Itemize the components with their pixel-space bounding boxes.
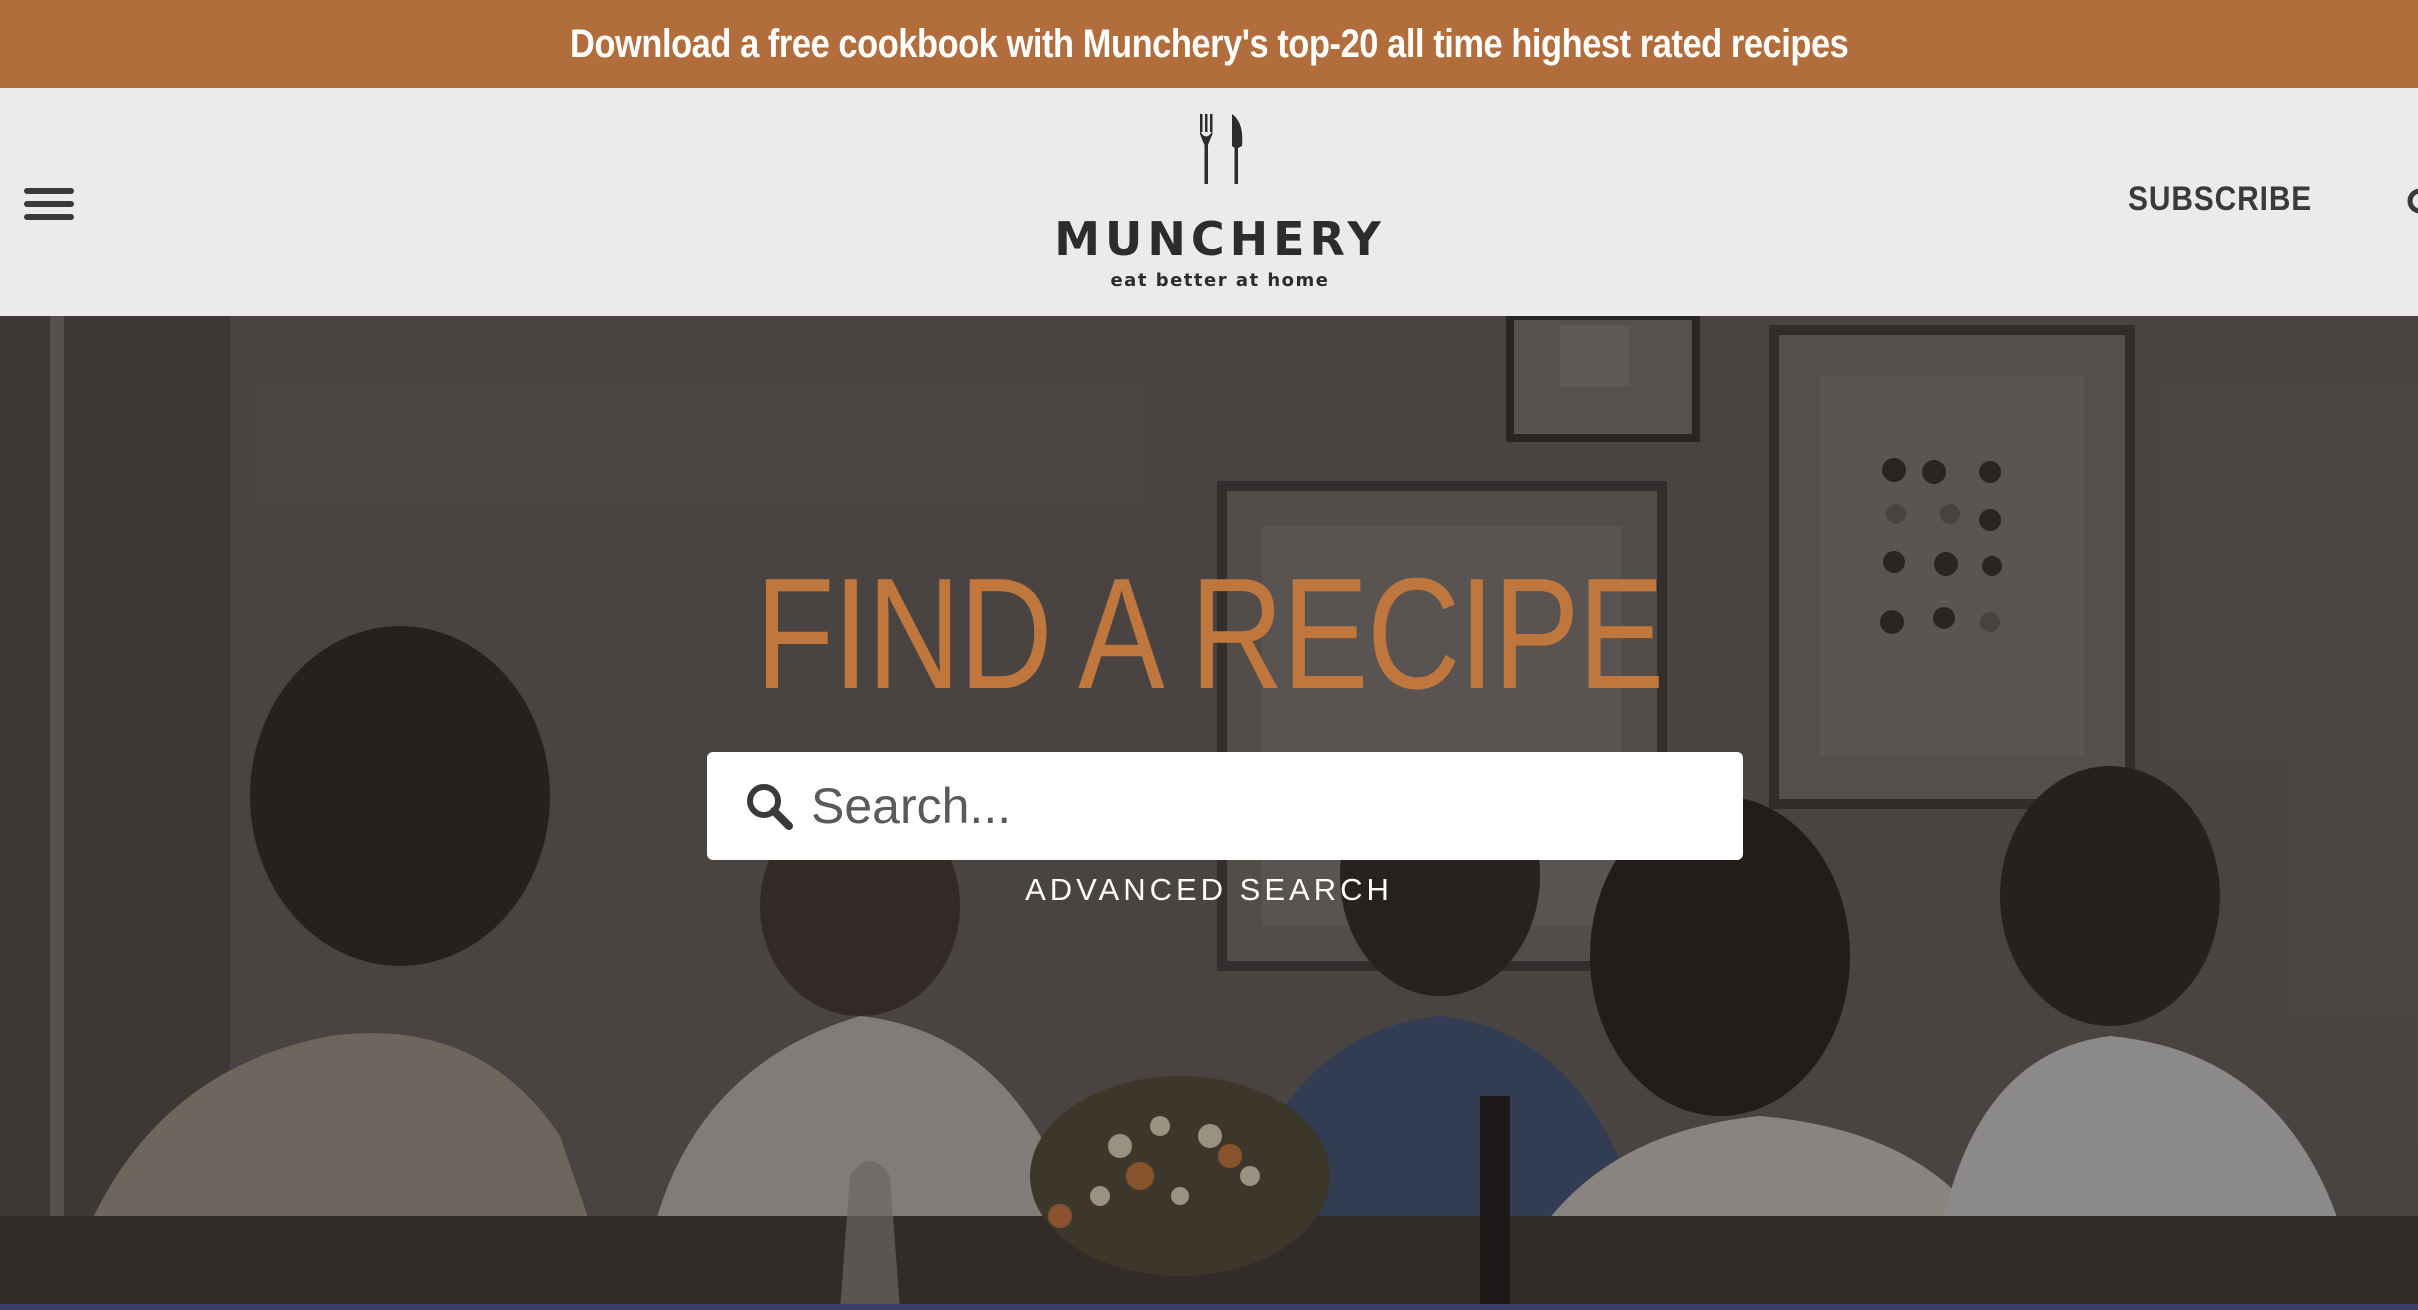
header-search-icon[interactable] bbox=[2406, 188, 2418, 220]
logo-wordmark: MUNCHERY bbox=[1054, 212, 1386, 266]
hamburger-menu-icon[interactable] bbox=[24, 184, 76, 224]
hero-section: FIND A RECIPE ADVANCED SEARCH bbox=[0, 316, 2418, 1310]
subscribe-link[interactable]: SUBSCRIBE bbox=[2128, 180, 2312, 219]
promo-banner-text[interactable]: Download a free cookbook with Munchery's… bbox=[570, 22, 1849, 67]
advanced-search-link[interactable]: ADVANCED SEARCH bbox=[0, 872, 2418, 908]
fork-and-knife-icon bbox=[1200, 114, 1243, 184]
logo-tagline: eat better at home bbox=[1110, 270, 1330, 291]
munchery-logo[interactable]: MUNCHERY eat better at home bbox=[1040, 112, 1400, 292]
bottom-strip bbox=[0, 1304, 2418, 1310]
search-icon bbox=[747, 784, 793, 830]
site-header: MUNCHERY eat better at home SUBSCRIBE bbox=[0, 88, 2418, 316]
hero-title: FIND A RECIPE bbox=[755, 546, 1664, 722]
recipe-search-input[interactable] bbox=[811, 766, 1711, 846]
promo-banner[interactable]: Download a free cookbook with Munchery's… bbox=[0, 0, 2418, 88]
recipe-search-box[interactable] bbox=[707, 752, 1743, 860]
